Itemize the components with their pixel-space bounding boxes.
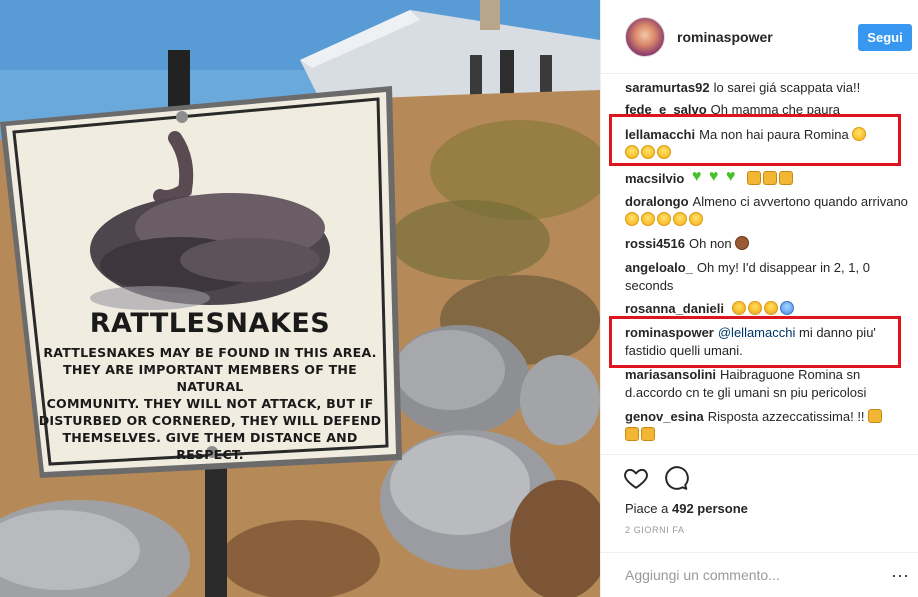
emoji-astonished-icon <box>625 145 639 159</box>
emoji-thumbs-up-icon <box>625 427 639 441</box>
comment-username[interactable]: doralongo <box>625 194 689 209</box>
likes-number[interactable]: 492 persone <box>672 501 748 516</box>
comment-text: Almeno ci avvertono quando arrivano <box>692 194 908 209</box>
more-options-button[interactable]: ··· <box>888 563 912 587</box>
like-button[interactable] <box>623 465 649 491</box>
follow-button[interactable]: Segui <box>858 24 912 51</box>
comment-item: lellamacchi Ma non hai paura Romina <box>625 126 909 162</box>
comment-username[interactable]: mariasansolini <box>625 367 716 382</box>
emoji-green-heart-icon <box>726 168 741 186</box>
sign-body-line: THEY ARE IMPORTANT MEMBERS OF THE NATURA… <box>63 362 357 394</box>
comment-username[interactable]: saramurtas92 <box>625 80 710 95</box>
post-actions: Piace a 492 persone 2 GIORNI FA <box>601 454 918 554</box>
comment-username[interactable]: rossi4516 <box>625 236 685 251</box>
comment-username[interactable]: macsilvio <box>625 171 684 186</box>
comment-username[interactable]: rominaspower <box>625 325 714 340</box>
comment-item: doralongo Almeno ci avvertono quando arri… <box>625 193 909 229</box>
likes-count[interactable]: Piace a 492 persone <box>625 501 748 516</box>
emoji-thumbs-up-icon <box>641 427 655 441</box>
sign-title: RATTLESNAKES <box>89 308 331 339</box>
comment-text: Oh mamma che paura <box>710 102 841 115</box>
emoji-raised-hands-icon <box>762 171 777 185</box>
comment-item: mariasansolini Haibraguone Romina sn d.ac… <box>625 366 909 402</box>
sign-body-line: DISTURBED OR CORNERED, THEY WILL DEFEND <box>38 413 382 428</box>
comment-text: Ma non hai paura Romina <box>699 127 849 142</box>
emoji-persevering-icon <box>641 212 655 226</box>
comment-button[interactable] <box>663 465 689 491</box>
sign-body-line: COMMUNITY. THEY WILL NOT ATTACK, BUT IF <box>46 396 374 411</box>
comment-input[interactable] <box>625 563 865 587</box>
emoji-raised-hands-icon <box>778 171 793 185</box>
comments-list[interactable]: saramurtas92 lo sarei giá scappata via!! … <box>601 74 918 454</box>
comment-text: lo sarei giá scappata via!! <box>713 80 861 95</box>
comment-mention[interactable]: @lellamacchi <box>718 325 796 340</box>
comment-item: macsilvio <box>625 168 909 188</box>
emoji-thumbs-up-icon <box>868 409 883 423</box>
comment-username[interactable]: fede_e_salvo <box>625 102 707 115</box>
comment-username[interactable]: genov_esina <box>625 409 704 424</box>
emoji-persevering-icon <box>657 212 671 226</box>
emoji-astonished-icon <box>657 145 671 159</box>
sign-body: RATTLESNAKES MAY BE FOUND IN THIS AREA. … <box>30 344 390 463</box>
author-username[interactable]: rominaspower <box>677 29 773 45</box>
comment-item: rominaspower @lellamacchi mi danno piu' f… <box>625 324 909 360</box>
comment-bubble-icon <box>665 466 689 490</box>
avatar[interactable] <box>625 17 665 57</box>
comment-item: rossi4516 Oh non <box>625 235 909 253</box>
comment-item: rosanna_danieli <box>625 300 909 318</box>
comment-text: Oh non <box>689 236 732 251</box>
post-side-panel: rominaspower Segui saramurtas92 lo sarei … <box>600 0 918 597</box>
add-comment-bar: ··· <box>601 552 918 597</box>
sign-body-line: RATTLESNAKES MAY BE FOUND IN THIS AREA. <box>43 345 377 360</box>
comment-username[interactable]: rosanna_danieli <box>625 301 724 316</box>
emoji-scream-icon <box>763 301 778 315</box>
comment-item: fede_e_salvo Oh mamma che paura <box>625 101 909 115</box>
emoji-cold-sweat-icon <box>779 301 794 315</box>
emoji-persevering-icon <box>689 212 703 226</box>
emoji-green-heart-icon <box>709 168 724 186</box>
post-photo: RATTLESNAKES RATTLESNAKES MAY BE FOUND I… <box>0 0 600 597</box>
comment-text: Risposta azzeccatissima! !! <box>707 409 865 424</box>
emoji-scream-icon <box>747 301 762 315</box>
comment-item: genov_esina Risposta azzeccatissima! !! <box>625 408 909 444</box>
emoji-scream-icon <box>731 301 746 315</box>
emoji-astonished-icon <box>852 127 867 141</box>
comment-item: angeloalo_ Oh my! I'd disappear in 2, 1, … <box>625 259 909 295</box>
photo-scene <box>0 0 600 597</box>
emoji-persevering-icon <box>673 212 687 226</box>
comment-username[interactable]: lellamacchi <box>625 127 695 142</box>
emoji-persevering-icon <box>625 212 639 226</box>
sign-body-line: THEMSELVES. GIVE THEM DISTANCE AND RESPE… <box>62 430 358 462</box>
post-header: rominaspower Segui <box>601 0 918 74</box>
emoji-green-heart-icon <box>692 168 707 186</box>
emoji-see-no-evil-monkey-icon <box>735 236 750 250</box>
comment-item: saramurtas92 lo sarei giá scappata via!! <box>625 79 909 97</box>
emoji-raised-hands-icon <box>746 171 761 185</box>
comment-username[interactable]: angeloalo_ <box>625 260 693 275</box>
emoji-astonished-icon <box>641 145 655 159</box>
likes-prefix: Piace a <box>625 501 669 516</box>
post-timestamp[interactable]: 2 GIORNI FA <box>625 525 685 535</box>
heart-outline-icon <box>624 468 648 489</box>
